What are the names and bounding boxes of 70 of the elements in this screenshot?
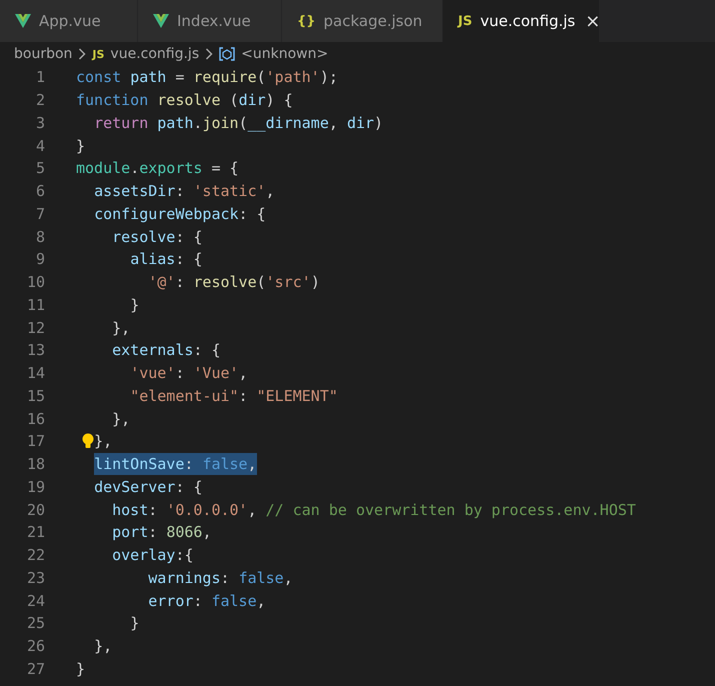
code-line: '@': resolve('src') — [148, 273, 320, 292]
code-line: } — [76, 660, 86, 678]
code-line: const path = require('path'); — [76, 68, 338, 86]
breadcrumb-item[interactable]: <unknown> — [241, 46, 328, 62]
close-icon[interactable]: × — [585, 10, 600, 32]
code-line: resolve: { — [112, 228, 202, 246]
line-number: 25 — [26, 614, 45, 632]
line-number: 19 — [26, 478, 45, 496]
line-number: 22 — [26, 546, 45, 564]
code-line: module.exports = { — [76, 159, 239, 178]
line-number: 5 — [34, 159, 45, 178]
line-number: 10 — [26, 273, 45, 292]
editor-tab[interactable]: App.vue — [0, 0, 138, 42]
line-number: 14 — [26, 364, 45, 382]
line-number: 1 — [34, 68, 45, 86]
code-line: }, — [112, 410, 130, 428]
code-line: } — [130, 614, 140, 632]
breadcrumb-item[interactable]: vue.config.js — [110, 46, 200, 62]
line-number: 21 — [26, 523, 45, 542]
line-number: 23 — [26, 568, 45, 587]
line-number: 6 — [34, 182, 45, 200]
file-type-icon: JS — [458, 14, 472, 28]
code-line: warnings: false, — [148, 568, 293, 587]
line-number: 17 — [26, 432, 45, 450]
code-line: alias: { — [130, 250, 202, 268]
line-number: 9 — [34, 250, 45, 268]
lightbulb-icon[interactable] — [82, 433, 94, 450]
code-line: }, — [112, 318, 130, 337]
code-line: host: '0.0.0.0', // can be overwritten by process.env.HOST — [112, 500, 636, 519]
code-line: function resolve (dir) { — [76, 91, 293, 110]
code-line: } — [130, 296, 140, 314]
line-number: 13 — [26, 341, 45, 360]
file-type-icon: JS — [92, 48, 104, 60]
code-line: port: 8066, — [112, 523, 212, 542]
code-line: error: false, — [148, 592, 266, 610]
line-number: 7 — [34, 204, 45, 223]
symbol-icon — [219, 47, 236, 61]
editor-tab[interactable]: JS vue.config.js × — [443, 0, 600, 42]
line-number: 24 — [26, 592, 45, 610]
code-line: devServer: { — [94, 478, 202, 496]
line-number: 26 — [26, 637, 45, 656]
line-number: 18 — [26, 455, 45, 474]
line-number: 20 — [26, 500, 45, 519]
vue-icon — [153, 14, 169, 28]
line-number: 11 — [26, 296, 45, 314]
code-line: configureWebpack: { — [94, 204, 266, 223]
line-number: 8 — [34, 228, 45, 246]
breadcrumb-item[interactable]: bourbon — [14, 46, 72, 62]
chevron-icon — [205, 48, 214, 60]
line-number: 12 — [26, 318, 45, 337]
line-number: 4 — [34, 136, 45, 155]
code-line: overlay:{ — [112, 546, 194, 564]
code-line: return path.join(__dirname, dir) — [94, 114, 384, 132]
code-line: externals: { — [112, 341, 220, 360]
code-line: 'vue': 'Vue', — [130, 364, 248, 382]
code-line: } — [76, 136, 86, 155]
code-line: assetsDir: 'static', — [94, 182, 275, 200]
code-line: }, — [94, 637, 112, 656]
line-number: 27 — [26, 660, 45, 678]
chevron-icon — [78, 48, 86, 60]
file-type-icon: {} — [297, 14, 316, 28]
line-number: 3 — [34, 114, 45, 132]
editor-tab[interactable]: {} package.json — [282, 0, 443, 42]
code-line: "element-ui": "ELEMENT" — [130, 386, 338, 405]
line-number: 16 — [26, 410, 45, 428]
vue-icon — [15, 14, 31, 28]
code-line: }, — [94, 432, 112, 450]
editor-tab[interactable]: Index.vue — [138, 0, 282, 42]
line-number: 15 — [26, 386, 45, 405]
line-number: 2 — [34, 91, 45, 110]
